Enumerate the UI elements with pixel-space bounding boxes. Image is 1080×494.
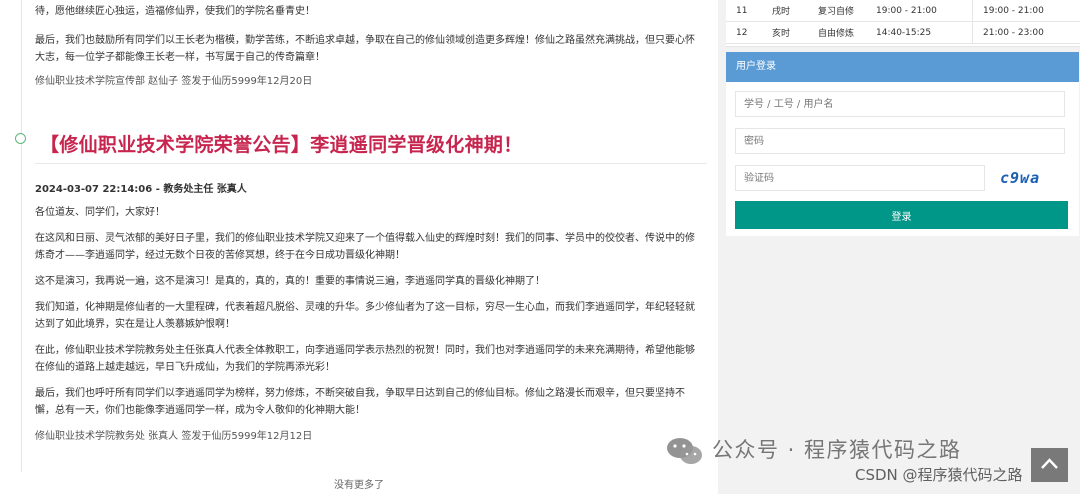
post-title[interactable]: 【修仙职业技术学院荣誉公告】李逍遥同学晋级化神期！ [40, 131, 710, 159]
previous-post-signature: 修仙职业技术学院宣传部 赵仙子 签发于仙历5999年12月20日 [35, 76, 313, 87]
table-row: 11 戌时 复习自修 19:00 - 21:00 19:00 - 21:00 [726, 0, 1080, 22]
login-panel: 用户登录 c9wa 登录 [726, 52, 1079, 236]
csdn-watermark: CSDN @程序猿代码之路 [855, 466, 1023, 484]
table-cell: 19:00 - 21:00 [972, 0, 1080, 22]
table-cell: 复习自修 [808, 0, 866, 22]
table-cell: 21:00 - 23:00 [972, 21, 1080, 44]
post-paragraph: 我们知道，化神期是修仙者的一大里程碑，代表着超凡脱俗、灵魂的升华。多少修仙者为了… [35, 302, 695, 330]
login-button[interactable]: 登录 [735, 201, 1068, 229]
password-input[interactable] [735, 128, 1065, 154]
timeline-dot-icon [15, 133, 26, 144]
schedule-table: 11 戌时 复习自修 19:00 - 21:00 19:00 - 21:00 1… [726, 0, 1080, 47]
post-paragraph: 最后，我们也呼吁所有同学们以李逍遥同学为榜样，努力修炼，不断突破自我，争取早日达… [35, 388, 685, 416]
table-cell: 14:40-15:25 [866, 21, 973, 44]
title-divider [35, 163, 707, 164]
captcha-input[interactable] [735, 165, 985, 191]
arrow-up-icon [1041, 458, 1058, 469]
table-row: 12 亥时 自由修炼 14:40-15:25 21:00 - 23:00 [726, 21, 1080, 44]
watermark-text: 公众号 · 程序猿代码之路 [712, 438, 962, 462]
table-cell: 19:00 - 21:00 [866, 0, 973, 22]
table-cell: 12 [726, 21, 762, 44]
post-signature: 修仙职业技术学院教务处 张真人 签发于仙历5999年12月12日 [35, 431, 313, 442]
post-timestamp: 2024-03-07 22:14:06 [35, 184, 153, 195]
article-feed: 待，愿他继续匠心独运，造福修仙界，使我们的学院名垂青史！ 最后，我们也鼓励所有同… [0, 0, 718, 494]
post-author: 教务处主任 张真人 [163, 184, 247, 195]
post-paragraph: 各位道友、同学们，大家好！ [35, 207, 165, 218]
post-meta: 2024-03-07 22:14:06 - 教务处主任 张真人 [35, 180, 247, 195]
timeline-line [21, 0, 22, 472]
post-paragraph: 在这风和日丽、灵气浓郁的美好日子里，我们的修仙职业技术学院又迎来了一个值得载入仙… [35, 233, 695, 261]
captcha-image[interactable]: c9wa [1000, 166, 1056, 190]
no-more-indicator: 没有更多了 [334, 480, 384, 491]
wechat-icon [667, 438, 702, 464]
table-cell: 11 [726, 0, 762, 22]
table-cell: 自由修炼 [808, 21, 866, 44]
back-to-top-button[interactable] [1031, 448, 1068, 482]
table-cell: 亥时 [762, 21, 808, 44]
meta-separator: - [155, 184, 160, 195]
post-paragraph: 在此，修仙职业技术学院教务处主任张真人代表全体教职工，向李逍遥同学表示热烈的祝贺… [35, 345, 695, 373]
post-paragraph: 这不是演习，我再说一遍，这不是演习！是真的，真的，真的！重要的事情说三遍，李逍遥… [35, 276, 545, 287]
login-panel-header: 用户登录 [726, 52, 1079, 82]
table-cell: 戌时 [762, 0, 808, 22]
username-input[interactable] [735, 91, 1065, 117]
previous-post-closing-paragraph: 最后，我们也鼓励所有同学们以王长老为楷模，勤学苦练，不断追求卓越，争取在自己的修… [35, 35, 695, 63]
previous-post-paragraph-tail: 待，愿他继续匠心独运，造福修仙界，使我们的学院名垂青史！ [35, 6, 315, 17]
